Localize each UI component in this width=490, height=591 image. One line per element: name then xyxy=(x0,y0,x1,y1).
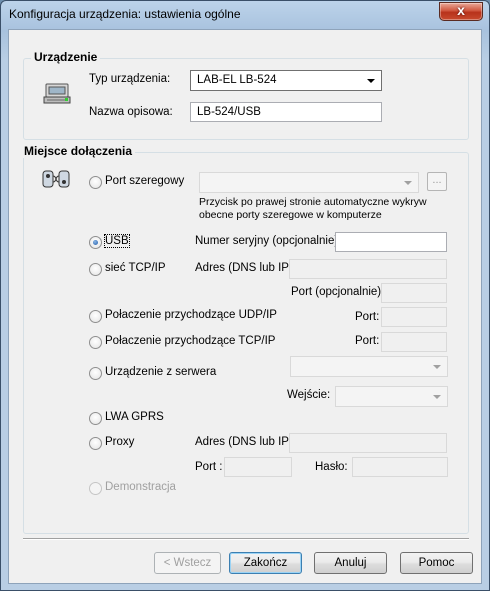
serial-port-select[interactable] xyxy=(199,172,419,193)
device-type-select[interactable]: LAB-EL LB-524 xyxy=(190,70,382,91)
serial-hint-line1: Przycisk po prawej stronie automatyczne … xyxy=(199,196,427,208)
finish-button[interactable]: Zakończ xyxy=(229,552,302,574)
cancel-button[interactable]: Anuluj xyxy=(314,552,387,574)
server-input-label: Wejście: xyxy=(287,389,331,401)
server-device-select[interactable] xyxy=(290,356,448,377)
proxy-label[interactable]: Proxy xyxy=(105,436,134,448)
udp-in-label[interactable]: Połaczenie przychodzące UDP/IP xyxy=(105,309,277,321)
dialog-client-area: Urządzenie Typ urządzenia: LAB-EL LB-524… xyxy=(8,29,482,584)
tcp-in-port-field[interactable] xyxy=(381,332,447,352)
tcp-in-radio[interactable] xyxy=(89,336,102,349)
tcpip-address-label: Adres (DNS lub IP): xyxy=(195,262,296,274)
serial-hint-line2: obecne porty szeregowe w komputerze xyxy=(199,209,382,221)
footer-separator xyxy=(23,538,469,540)
gprs-label[interactable]: LWA GPRS xyxy=(105,411,164,423)
chevron-down-icon xyxy=(430,360,444,373)
device-type-value: LAB-EL LB-524 xyxy=(197,74,277,86)
tcpip-port-label: Port (opcjonalnie): xyxy=(291,286,385,298)
connection-icon xyxy=(42,170,70,188)
device-type-label: Typ urządzenia: xyxy=(89,73,171,85)
chevron-down-icon xyxy=(401,176,415,189)
chevron-down-icon xyxy=(364,74,378,87)
proxy-password-field[interactable] xyxy=(352,457,448,477)
udp-in-port-field[interactable] xyxy=(381,307,447,327)
close-icon: x xyxy=(457,2,465,18)
proxy-address-field[interactable] xyxy=(289,433,447,453)
demo-label[interactable]: Demonstracja xyxy=(105,481,176,493)
title-bar[interactable]: Konfiguracja urządzenia: ustawienia ogól… xyxy=(1,1,489,27)
device-group-title: Urządzenie xyxy=(31,50,101,64)
tcp-in-port-label: Port: xyxy=(355,335,380,347)
tcpip-address-field[interactable] xyxy=(289,259,447,279)
serial-port-radio[interactable] xyxy=(89,176,102,189)
server-device-radio[interactable] xyxy=(89,367,102,380)
udp-in-port-label: Port: xyxy=(355,311,380,323)
demo-radio[interactable] xyxy=(89,482,102,495)
chevron-down-icon xyxy=(430,390,444,403)
help-button[interactable]: Pomoc xyxy=(400,552,473,574)
proxy-port-field[interactable] xyxy=(224,457,292,477)
usb-serial-label: Numer seryjny (opcjonalnie): xyxy=(195,235,342,247)
udp-in-radio[interactable] xyxy=(89,310,102,323)
usb-label[interactable]: USB xyxy=(104,234,130,248)
proxy-password-label: Hasło: xyxy=(315,461,348,473)
tcp-in-label[interactable]: Połaczenie przychodzące TCP/IP xyxy=(105,335,275,347)
tcpip-port-field[interactable] xyxy=(381,283,447,303)
connection-group-title: Miejsce dołączenia xyxy=(21,144,136,158)
usb-serial-field[interactable] xyxy=(335,232,447,252)
detect-ports-button[interactable]: ... xyxy=(427,172,447,191)
proxy-address-label: Adres (DNS lub IP): xyxy=(195,436,296,448)
window-title: Konfiguracja urządzenia: ustawienia ogól… xyxy=(9,7,241,21)
dialog-window: Konfiguracja urządzenia: ustawienia ogól… xyxy=(0,0,490,591)
device-name-field[interactable]: LB-524/USB xyxy=(190,102,382,122)
proxy-radio[interactable] xyxy=(89,437,102,450)
server-input-select[interactable] xyxy=(335,386,448,407)
device-icon xyxy=(43,83,71,104)
tcpip-radio[interactable] xyxy=(89,263,102,276)
close-button[interactable]: x xyxy=(439,2,483,21)
gprs-radio[interactable] xyxy=(89,412,102,425)
usb-radio[interactable] xyxy=(89,236,102,249)
server-device-label[interactable]: Urządzenie z serwera xyxy=(105,366,216,378)
device-name-label: Nazwa opisowa: xyxy=(89,106,173,118)
serial-port-label[interactable]: Port szeregowy xyxy=(105,175,184,187)
tcpip-label[interactable]: sieć TCP/IP xyxy=(105,262,166,274)
proxy-port-label: Port : xyxy=(195,461,223,473)
back-button[interactable]: < Wstecz xyxy=(154,552,221,574)
